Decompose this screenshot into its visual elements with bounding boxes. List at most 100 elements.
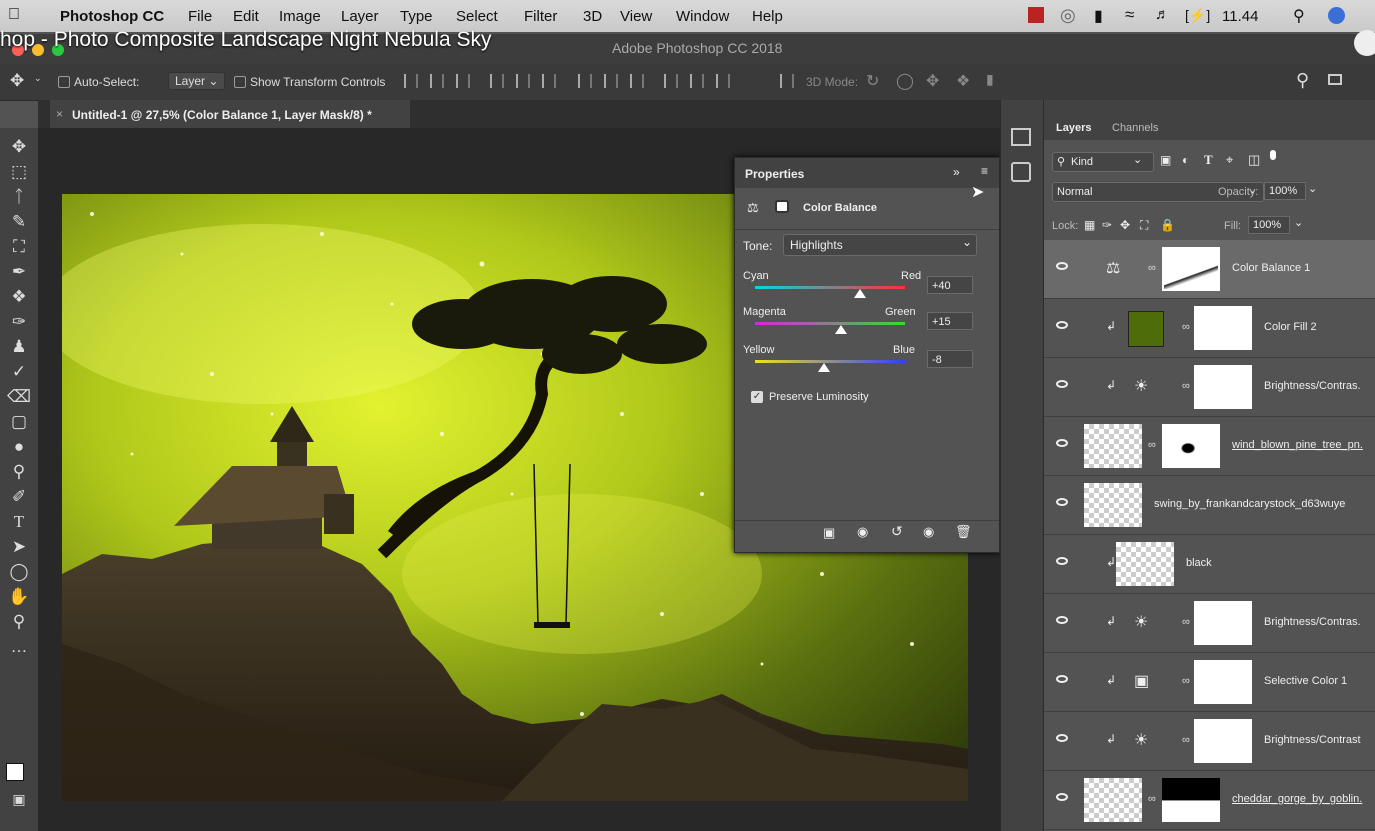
distribute-bottom-icon[interactable] bbox=[630, 74, 644, 88]
magenta-green-knob[interactable] bbox=[835, 325, 847, 334]
foreground-color-swatch[interactable] bbox=[6, 763, 24, 781]
clock[interactable]: 11.44 bbox=[1222, 8, 1258, 25]
quick-mask-icon[interactable]: ▣ bbox=[6, 788, 32, 810]
menu-image[interactable]: Image bbox=[279, 8, 321, 25]
cyan-red-value[interactable]: +40 bbox=[927, 276, 973, 294]
workspace-icon[interactable] bbox=[1328, 74, 1342, 85]
link-icon[interactable]: ∞ bbox=[1148, 262, 1156, 274]
3d-roll-icon[interactable]: ◯ bbox=[896, 71, 914, 91]
menu-app[interactable]: Photoshop CC bbox=[60, 8, 164, 25]
tab-channels[interactable]: Channels bbox=[1112, 122, 1158, 134]
auto-select-dropdown[interactable]: Layer ⌄ bbox=[168, 72, 226, 90]
link-icon[interactable]: ∞ bbox=[1182, 675, 1190, 687]
yellow-blue-value[interactable]: -8 bbox=[927, 350, 973, 368]
layer-row[interactable]: ⚖ ∞ Color Balance 1 bbox=[1044, 240, 1375, 299]
layer-mask-thumbnail[interactable] bbox=[1194, 601, 1252, 645]
properties-tab[interactable]: Properties bbox=[745, 167, 804, 181]
layer-row[interactable]: ↲ ☀ ∞ Brightness/Contras. bbox=[1044, 358, 1375, 417]
panel-menu-icon[interactable]: ≡ bbox=[981, 164, 988, 178]
layer-thumbnail[interactable] bbox=[1084, 483, 1142, 527]
menu-view[interactable]: View bbox=[620, 8, 652, 25]
auto-align-icon[interactable] bbox=[780, 74, 794, 88]
visibility-eye-icon[interactable] bbox=[1056, 557, 1068, 565]
quick-select-tool-icon[interactable]: ✎ bbox=[6, 211, 32, 233]
menu-window[interactable]: Window bbox=[676, 8, 729, 25]
zoom-tool-icon[interactable]: ⚲ bbox=[6, 611, 32, 633]
color-fill-thumbnail[interactable] bbox=[1128, 311, 1164, 347]
3d-camera-icon[interactable]: ▮ bbox=[986, 71, 994, 88]
layer-thumbnail[interactable] bbox=[1084, 778, 1142, 822]
cc-icon[interactable]: ◎ bbox=[1060, 5, 1076, 26]
cyan-red-knob[interactable] bbox=[854, 289, 866, 298]
filter-adjustment-icon[interactable]: ◐ bbox=[1182, 153, 1189, 167]
lock-artboard-icon[interactable]: ⛶ bbox=[1140, 218, 1148, 233]
show-transform-checkbox[interactable]: Show Transform Controls bbox=[234, 75, 385, 89]
layer-name[interactable]: swing_by_frankandcarystock_d63wuye bbox=[1154, 498, 1345, 510]
document-tab[interactable]: × Untitled-1 @ 27,5% (Color Balance 1, L… bbox=[50, 100, 410, 128]
brush-tool-icon[interactable]: ✑ bbox=[6, 311, 32, 333]
3d-orbit-icon[interactable]: ↻ bbox=[866, 71, 879, 91]
align-top-icon[interactable] bbox=[404, 74, 418, 88]
distribute-hcenter-icon[interactable] bbox=[690, 74, 704, 88]
layer-mask-icon[interactable] bbox=[775, 200, 789, 213]
more-tools-icon[interactable]: … bbox=[6, 636, 32, 658]
visibility-eye-icon[interactable] bbox=[1056, 380, 1068, 388]
align-left-icon[interactable] bbox=[490, 74, 504, 88]
view-previous-icon[interactable]: ◉ bbox=[857, 524, 868, 540]
path-select-tool-icon[interactable]: ➤ bbox=[6, 536, 32, 558]
filter-smart-object-icon[interactable]: ◫ bbox=[1248, 152, 1260, 168]
visibility-eye-icon[interactable] bbox=[1056, 616, 1068, 624]
properties-dock-icon[interactable] bbox=[1011, 162, 1031, 182]
siri-icon[interactable] bbox=[1328, 7, 1345, 24]
filter-shape-icon[interactable]: ⌖ bbox=[1226, 152, 1233, 168]
3d-slide-icon[interactable]: ❖ bbox=[956, 71, 970, 91]
visibility-eye-icon[interactable] bbox=[1056, 734, 1068, 742]
layer-name[interactable]: Brightness/Contras. bbox=[1264, 616, 1361, 628]
visibility-eye-icon[interactable] bbox=[1056, 498, 1068, 506]
ellipse-tool-icon[interactable]: ◯ bbox=[6, 561, 32, 583]
gradient-tool-icon[interactable]: ▢ bbox=[6, 411, 32, 433]
visibility-eye-icon[interactable] bbox=[1056, 439, 1068, 447]
layer-mask-thumbnail[interactable] bbox=[1162, 424, 1220, 468]
tab-layers[interactable]: Layers bbox=[1056, 122, 1091, 134]
tool-preset-chevron-icon[interactable]: ⌄ bbox=[34, 73, 42, 84]
stamp-tool-icon[interactable]: ♟ bbox=[6, 336, 32, 358]
hand-tool-icon[interactable]: ✋ bbox=[6, 586, 32, 608]
visibility-eye-icon[interactable] bbox=[1056, 793, 1068, 801]
lock-position-icon[interactable]: ✥ bbox=[1120, 218, 1130, 232]
filter-type-icon[interactable]: T bbox=[1204, 152, 1213, 168]
blur-tool-icon[interactable]: ● bbox=[6, 436, 32, 458]
clip-to-layer-icon[interactable]: ▣ bbox=[823, 525, 835, 541]
distribute-top-icon[interactable] bbox=[578, 74, 592, 88]
layer-mask-thumbnail[interactable] bbox=[1194, 365, 1252, 409]
filter-toggle-icon[interactable] bbox=[1270, 150, 1276, 160]
trash-icon[interactable]: 🗑 bbox=[955, 524, 972, 540]
layer-mask-thumbnail[interactable] bbox=[1194, 660, 1252, 704]
lock-all-icon[interactable]: 🔒 bbox=[1160, 218, 1175, 232]
layer-name[interactable]: Brightness/Contrast bbox=[1264, 734, 1361, 746]
reset-icon[interactable]: ↺ bbox=[891, 523, 903, 540]
distribute-right-icon[interactable] bbox=[716, 74, 730, 88]
link-icon[interactable]: ∞ bbox=[1182, 734, 1190, 746]
layer-name[interactable]: wind_blown_pine_tree_pn. bbox=[1232, 439, 1363, 451]
filter-kind-dropdown[interactable]: ⚲ Kind ⌄ bbox=[1052, 152, 1154, 172]
link-icon[interactable]: ∞ bbox=[1148, 793, 1156, 805]
history-brush-tool-icon[interactable]: ✓ bbox=[6, 361, 32, 383]
visibility-eye-icon[interactable] bbox=[1056, 262, 1068, 270]
align-hcenter-icon[interactable] bbox=[516, 74, 530, 88]
type-tool-icon[interactable]: T bbox=[6, 511, 32, 533]
layer-name[interactable]: Color Fill 2 bbox=[1264, 321, 1317, 333]
layer-row[interactable]: swing_by_frankandcarystock_d63wuye bbox=[1044, 476, 1375, 535]
dodge-tool-icon[interactable]: ⚲ bbox=[6, 461, 32, 483]
distribute-vcenter-icon[interactable] bbox=[604, 74, 618, 88]
magenta-green-slider[interactable] bbox=[755, 322, 905, 325]
menu-edit[interactable]: Edit bbox=[233, 8, 259, 25]
crop-tool-icon[interactable]: ⛶ bbox=[6, 236, 32, 258]
opacity-value[interactable]: 100% bbox=[1264, 182, 1306, 200]
preserve-luminosity-checkbox[interactable]: ✓ bbox=[751, 391, 763, 403]
visibility-eye-icon[interactable] bbox=[1056, 321, 1068, 329]
layer-name[interactable]: black bbox=[1186, 557, 1212, 569]
lasso-tool-icon[interactable]: ᛏ bbox=[6, 186, 32, 208]
auto-select-checkbox[interactable]: Auto-Select: bbox=[58, 75, 139, 89]
visibility-eye-icon[interactable] bbox=[1056, 675, 1068, 683]
